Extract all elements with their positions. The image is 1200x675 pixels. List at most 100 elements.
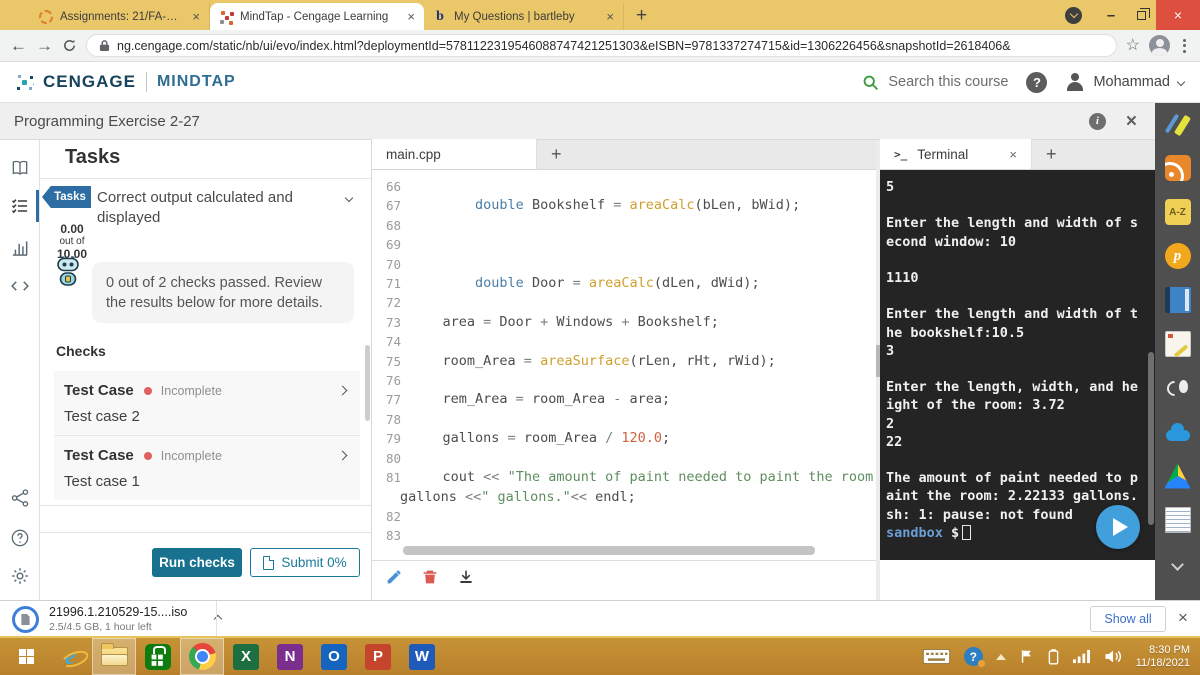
tab-close-icon[interactable]: × <box>606 9 614 24</box>
google-drive-icon[interactable] <box>1165 463 1191 489</box>
show-all-downloads-button[interactable]: Show all <box>1090 606 1166 632</box>
tray-battery-icon[interactable] <box>1048 648 1059 665</box>
notecard-icon[interactable] <box>1165 331 1191 357</box>
add-file-button[interactable]: + <box>551 144 562 165</box>
word-icon[interactable]: W <box>400 638 444 675</box>
browser-tab[interactable]: MindTap - Cengage Learning× <box>210 3 424 30</box>
run-checks-button[interactable]: Run checks <box>152 548 242 577</box>
test-case-row[interactable]: Test CaseIncompleteTest case 1 <box>54 435 360 500</box>
code-line: 81 cout << "The amount of paint needed t… <box>372 468 876 487</box>
progress-icon[interactable] <box>10 238 30 258</box>
terminal-icon: >_ <box>894 148 907 161</box>
dictionary-az-icon[interactable]: A-Z <box>1165 199 1191 225</box>
outlook-icon[interactable]: O <box>312 638 356 675</box>
address-bar[interactable]: ng.cengage.com/static/nb/ui/evo/index.ht… <box>86 34 1117 57</box>
download-filename: 21996.1.210529-15....iso <box>49 605 187 619</box>
tray-volume-icon[interactable] <box>1104 649 1123 664</box>
microsoft-store-icon[interactable] <box>136 638 180 675</box>
tasks-heading: Tasks <box>65 146 120 169</box>
minimize-button[interactable]: – <box>1096 0 1126 30</box>
browser-tab[interactable]: bMy Questions | bartleby× <box>424 3 624 30</box>
editor-tab[interactable]: main.cpp <box>372 139 537 169</box>
download-icon[interactable] <box>458 569 474 585</box>
back-icon[interactable]: ← <box>10 37 27 54</box>
ebook-icon[interactable] <box>1165 287 1191 313</box>
tray-flag-icon[interactable] <box>1019 648 1035 665</box>
tray-network-icon[interactable] <box>1072 649 1091 664</box>
tab-close-icon[interactable]: × <box>192 9 200 24</box>
tab-title: Assignments: 21/FA-CSC-133-76 <box>60 11 185 23</box>
taskbar-clock[interactable]: 8:30 PM 11/18/2021 <box>1136 644 1190 670</box>
line-number: 78 <box>372 410 410 429</box>
terminal-scrollbar[interactable] <box>1148 352 1154 525</box>
edit-icon[interactable] <box>386 569 402 585</box>
user-menu[interactable]: Mohammad <box>1065 72 1184 92</box>
submit-button[interactable]: Submit 0% <box>250 548 360 577</box>
code-area[interactable]: 66 67 double Bookshelf = areaCalc(bLen, … <box>372 170 876 548</box>
new-tab-button[interactable]: + <box>636 5 647 27</box>
tasks-icon[interactable] <box>10 196 30 216</box>
p-app-icon[interactable]: p <box>1165 243 1191 269</box>
reader-icon[interactable] <box>10 158 30 178</box>
panel-scrollbar[interactable] <box>365 345 370 421</box>
test-case-subtitle: Test case 1 <box>64 473 348 490</box>
code-icon[interactable] <box>10 276 30 296</box>
terminal-close-icon[interactable]: × <box>1009 147 1017 162</box>
terminal-output[interactable]: 5 Enter the length and width of second w… <box>880 170 1155 560</box>
forward-icon[interactable]: → <box>36 37 53 54</box>
internet-explorer-icon[interactable]: e <box>48 638 92 675</box>
download-bar-close-icon[interactable]: × <box>1178 608 1188 628</box>
browser-tab[interactable]: Assignments: 21/FA-CSC-133-76 × <box>30 3 210 30</box>
clock-time: 8:30 PM <box>1136 644 1190 657</box>
gear-icon[interactable] <box>10 566 30 586</box>
browser-tabstrip: Assignments: 21/FA-CSC-133-76×MindTap - … <box>0 0 1200 30</box>
tab-close-icon[interactable]: × <box>407 9 415 24</box>
powerpoint-icon[interactable]: P <box>356 638 400 675</box>
excel-icon[interactable]: X <box>224 638 268 675</box>
add-terminal-button[interactable]: + <box>1046 144 1057 165</box>
close-icon[interactable]: × <box>1126 112 1137 131</box>
collapse-chevron-icon[interactable] <box>1165 551 1191 577</box>
run-play-button[interactable] <box>1096 505 1140 549</box>
keyboard-icon[interactable] <box>922 648 951 665</box>
refresh-icon[interactable] <box>62 38 77 53</box>
highlighter-icon[interactable] <box>1165 111 1191 137</box>
terminal-tab[interactable]: >_ Terminal × <box>880 139 1032 169</box>
search-course[interactable]: Search this course <box>862 74 1008 91</box>
status-badge: Incomplete <box>161 384 222 398</box>
search-icon <box>862 74 879 91</box>
chrome-icon[interactable] <box>180 638 224 675</box>
cengage-logo-icon <box>14 72 34 92</box>
test-case-name: Test Case <box>64 447 134 464</box>
start-button[interactable] <box>4 638 48 675</box>
line-number: 82 <box>372 507 410 526</box>
readspeaker-icon[interactable] <box>1165 375 1191 401</box>
code-line: 75 room_Area = areaSurface(rLen, rHt, rW… <box>372 352 876 371</box>
rss-icon[interactable] <box>1165 155 1191 181</box>
file-explorer-icon[interactable] <box>92 638 136 675</box>
share-icon[interactable] <box>10 488 30 508</box>
info-icon[interactable]: i <box>1089 113 1106 130</box>
profile-avatar[interactable] <box>1149 35 1170 56</box>
tray-help-icon[interactable]: ? <box>964 647 983 666</box>
task-collapse-icon[interactable] <box>345 194 353 202</box>
browser-menu-icon[interactable] <box>1179 39 1190 53</box>
window-close-button[interactable]: × <box>1156 0 1200 30</box>
horizontal-scrollbar[interactable] <box>403 546 815 555</box>
terminal-line: econd window: 10 <box>886 233 1155 251</box>
help-icon[interactable]: ? <box>1026 72 1047 93</box>
bookmark-star-icon[interactable]: ☆ <box>1126 38 1140 54</box>
line-number: 71 <box>372 274 410 293</box>
download-item[interactable]: 21996.1.210529-15....iso 2.5/4.5 GB, 1 h… <box>12 605 221 633</box>
help-icon[interactable] <box>10 528 30 548</box>
tab-search-icon[interactable] <box>1065 7 1082 24</box>
tray-overflow-icon[interactable] <box>996 654 1006 660</box>
notepad-icon[interactable] <box>1165 507 1191 533</box>
onenote-icon[interactable]: N <box>268 638 312 675</box>
test-case-row[interactable]: Test CaseIncompleteTest case 2 <box>54 371 360 435</box>
terminal-line: aint the room: 2.22133 gallons. <box>886 487 1155 505</box>
sparkle-icon <box>219 10 233 24</box>
onedrive-icon[interactable] <box>1165 419 1191 445</box>
delete-icon[interactable] <box>422 569 438 585</box>
restore-button[interactable] <box>1126 0 1156 30</box>
